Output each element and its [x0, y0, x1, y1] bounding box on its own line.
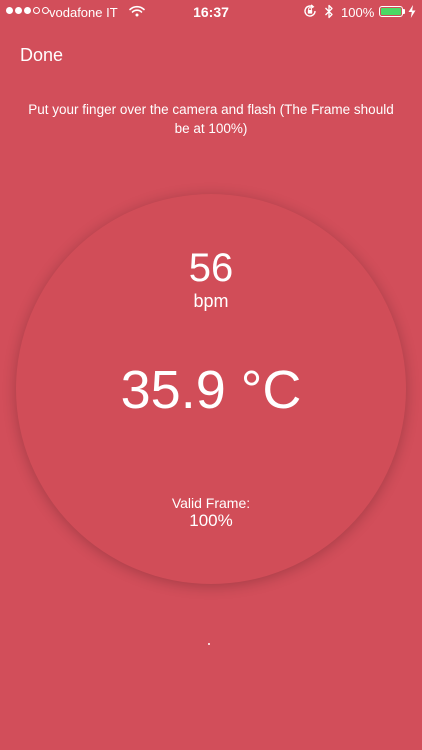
rotation-lock-icon [304, 4, 316, 17]
heart-rate-unit: bpm [193, 291, 229, 311]
battery-icon [379, 6, 403, 17]
done-button[interactable]: Done [20, 45, 63, 66]
valid-frame-value: 100% [189, 511, 233, 530]
valid-frame-label: Valid Frame: [171, 495, 251, 511]
status-bar: vodafone IT 16:37 100% [0, 0, 422, 24]
temperature-value: 35.9 °C [120, 360, 302, 420]
instruction-text: Put your finger over the camera and flas… [28, 102, 394, 136]
battery-level-fill [381, 8, 401, 15]
page-indicator-dot [208, 643, 210, 645]
charging-icon [408, 5, 416, 18]
measurement-circle: 56 bpm 35.9 °C Valid Frame: 100% [16, 194, 406, 584]
battery-tip [403, 9, 405, 14]
heart-rate-value: 56 [188, 246, 234, 290]
bluetooth-icon [325, 4, 333, 19]
battery-percent: 100% [341, 5, 375, 20]
